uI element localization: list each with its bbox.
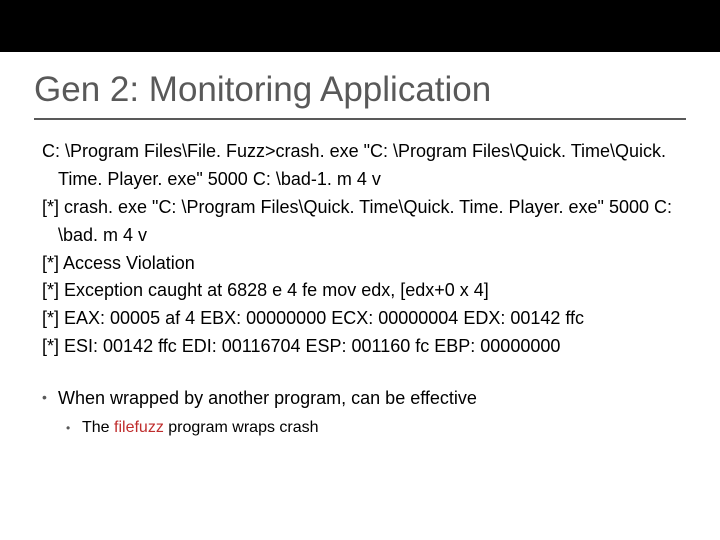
slide-title: Gen 2: Monitoring Application [34, 70, 720, 110]
terminal-line: [*] crash. exe "C: \Program Files\Quick.… [42, 194, 682, 250]
bullet-text: When wrapped by another program, can be … [58, 388, 477, 408]
terminal-output: C: \Program Files\File. Fuzz>crash. exe … [42, 138, 682, 361]
bullet-list: When wrapped by another program, can be … [42, 385, 720, 440]
slide: Gen 2: Monitoring Application C: \Progra… [0, 0, 720, 540]
top-bar [0, 0, 720, 52]
sub-bullet-item: The filefuzz program wraps crash [66, 416, 720, 440]
terminal-line: [*] ESI: 00142 ffc EDI: 00116704 ESP: 00… [42, 333, 682, 361]
bullet-text-pre: The [82, 419, 114, 436]
terminal-line: C: \Program Files\File. Fuzz>crash. exe … [42, 138, 682, 194]
bullet-text-post: program wraps crash [164, 419, 319, 436]
terminal-line: [*] Exception caught at 6828 e 4 fe mov … [42, 277, 682, 305]
highlighted-term: filefuzz [114, 419, 164, 436]
terminal-line: [*] Access Violation [42, 250, 682, 278]
terminal-line: [*] EAX: 00005 af 4 EBX: 00000000 ECX: 0… [42, 305, 682, 333]
bullet-item: When wrapped by another program, can be … [42, 385, 720, 412]
title-underline [34, 118, 686, 120]
